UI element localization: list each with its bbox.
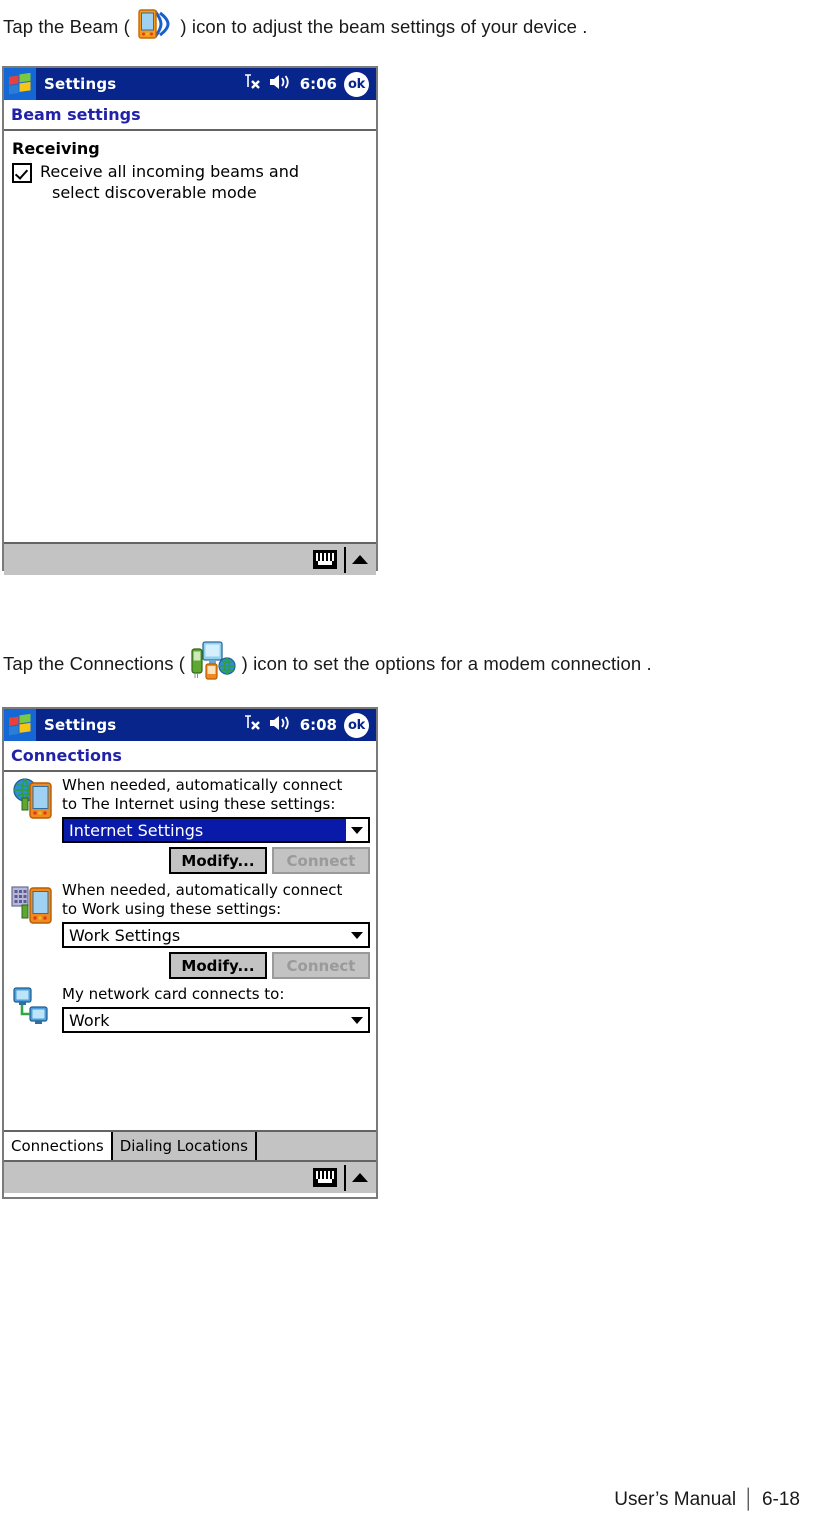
softbar-divider — [344, 1164, 346, 1191]
internet-connect-button: Connect — [272, 847, 370, 874]
beam-window-title: Settings — [44, 75, 117, 93]
ok-button[interactable]: ok — [344, 712, 369, 738]
tab-connections[interactable]: Connections — [4, 1132, 113, 1160]
antenna-no-signal-icon[interactable] — [242, 714, 262, 736]
instruction-beam-text-after: ) icon to adjust the beam settings of yo… — [180, 15, 588, 37]
connections-tabstrip: Connections Dialing Locations — [4, 1130, 376, 1160]
beam-page-title: Beam settings — [11, 105, 141, 124]
tabstrip-filler — [257, 1132, 376, 1160]
beam-device-icon — [135, 7, 175, 47]
speaker-icon[interactable] — [269, 714, 293, 736]
instruction-connections-text-before: Tap the Connections ( — [3, 652, 186, 674]
internet-buttons: Modify... Connect — [62, 847, 370, 874]
work-desc-line2: to Work using these settings: — [62, 900, 282, 918]
receive-all-beams-checkbox[interactable] — [12, 163, 32, 183]
network-card-value: Work — [69, 1010, 110, 1030]
footer-manual-label: User’s Manual — [614, 1489, 737, 1510]
receive-all-beams-label-line1: Receive all incoming beams and — [40, 162, 300, 181]
page-footer: User’s Manual │ 6-18 — [614, 1489, 800, 1511]
tab-dialing-locations[interactable]: Dialing Locations — [112, 1132, 258, 1160]
connections-softbar — [4, 1160, 376, 1193]
chevron-down-icon[interactable] — [346, 1009, 368, 1031]
receive-all-beams-label: Receive all incoming beams and select di… — [40, 161, 299, 203]
network-card-icon — [10, 985, 62, 1037]
internet-desc-line1: When needed, automatically connect — [62, 776, 343, 794]
instruction-beam: Tap the Beam ( ) icon to adjust the beam… — [3, 8, 588, 48]
work-connect-button: Connect — [272, 952, 370, 979]
receive-all-beams-row[interactable]: Receive all incoming beams and select di… — [12, 161, 376, 203]
beam-settings-screenshot: Settings 6:06 ok Beam settings Receiving… — [2, 66, 378, 575]
internet-modify-button[interactable]: Modify... — [169, 847, 267, 874]
network-card-dropdown[interactable]: Work — [62, 1007, 370, 1033]
footer-separator: │ — [743, 1489, 755, 1510]
windows-flag-icon[interactable] — [4, 68, 36, 100]
speaker-icon[interactable] — [269, 73, 293, 95]
office-pda-icon — [10, 881, 62, 933]
internet-settings-value: Internet Settings — [69, 820, 204, 840]
receive-all-beams-label-line2: select discoverable mode — [52, 183, 257, 202]
work-settings-value: Work Settings — [69, 925, 181, 945]
receiving-section-label: Receiving — [12, 139, 100, 158]
work-buttons: Modify... Connect — [62, 952, 370, 979]
chevron-down-icon[interactable] — [346, 819, 368, 841]
internet-connection-row: When needed, automatically connect to Th… — [4, 772, 376, 874]
beam-titlebar: Settings 6:06 ok — [4, 68, 376, 100]
soft-keyboard-icon[interactable] — [313, 1168, 337, 1187]
chevron-down-icon[interactable] — [346, 924, 368, 946]
internet-desc-line2: to The Internet using these settings: — [62, 795, 336, 813]
connections-status-area: 6:08 ok — [242, 712, 376, 738]
beam-softbar — [4, 542, 376, 575]
instruction-connections-text-after: ) icon to set the options for a modem co… — [241, 652, 652, 674]
beam-clock[interactable]: 6:06 — [300, 75, 337, 93]
connections-window-title: Settings — [44, 716, 117, 734]
antenna-no-signal-icon[interactable] — [242, 73, 262, 95]
work-modify-button[interactable]: Modify... — [169, 952, 267, 979]
beam-body: Receiving Receive all incoming beams and… — [4, 139, 376, 542]
connections-page-title: Connections — [11, 746, 122, 765]
instruction-connections: Tap the Connections ( ) icon to set the … — [3, 641, 652, 689]
globe-pda-icon — [10, 776, 62, 828]
internet-settings-dropdown[interactable]: Internet Settings — [62, 817, 370, 843]
work-desc-line1: When needed, automatically connect — [62, 881, 343, 899]
network-card-row: My network card connects to: Work — [4, 979, 376, 1037]
soft-keyboard-icon[interactable] — [313, 550, 337, 569]
connections-body: When needed, automatically connect to Th… — [4, 772, 376, 1130]
network-card-desc: My network card connects to: — [62, 985, 285, 1003]
connections-clock[interactable]: 6:08 — [300, 716, 337, 734]
softbar-divider — [344, 546, 346, 573]
connections-titlebar: Settings 6:08 ok — [4, 709, 376, 741]
ok-button[interactable]: ok — [344, 71, 369, 97]
beam-subheader: Beam settings — [4, 100, 376, 131]
connections-subheader: Connections — [4, 741, 376, 772]
work-connection-row: When needed, automatically connect to Wo… — [4, 874, 376, 979]
internet-connection-fields: When needed, automatically connect to Th… — [62, 776, 370, 874]
network-card-fields: My network card connects to: Work — [62, 985, 370, 1033]
chevron-up-icon[interactable] — [352, 1173, 368, 1182]
chevron-up-icon[interactable] — [352, 555, 368, 564]
footer-page-number: 6-18 — [761, 1489, 800, 1510]
connections-devices-icon — [190, 640, 236, 688]
windows-flag-icon[interactable] — [4, 709, 36, 741]
beam-status-area: 6:06 ok — [242, 71, 376, 97]
connections-screenshot: Settings 6:08 ok Connections When needed… — [2, 707, 378, 1199]
instruction-beam-text-before: Tap the Beam ( — [3, 15, 130, 37]
work-connection-fields: When needed, automatically connect to Wo… — [62, 881, 370, 979]
work-settings-dropdown[interactable]: Work Settings — [62, 922, 370, 948]
